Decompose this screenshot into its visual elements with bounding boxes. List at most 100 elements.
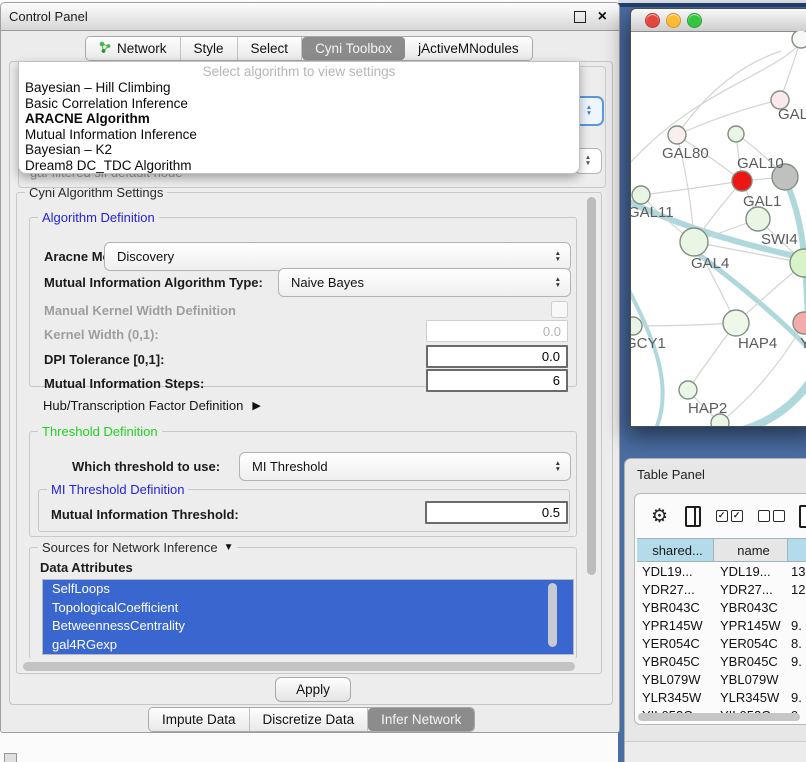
mini-panel-icon[interactable] [4, 753, 17, 762]
mode-tab-discretize-data[interactable]: Discretize Data [250, 708, 369, 731]
table-row[interactable]: YER054CYER054C8. [637, 634, 806, 652]
network-node[interactable] [680, 228, 708, 256]
network-tab-icon [99, 41, 112, 57]
algorithm-option[interactable]: Bayesian – K2 [19, 142, 579, 158]
checked-box-icon: ✓ [716, 510, 728, 522]
column-header[interactable]: shared... [637, 539, 714, 561]
close-traffic-icon[interactable] [645, 13, 660, 28]
algorithm-dropdown-list[interactable]: Select algorithm to view settings Bayesi… [18, 61, 580, 174]
algorithm-option[interactable]: Bayesian – Hill Climbing [19, 80, 579, 96]
table-row[interactable]: YPR145WYPR145W9. [637, 616, 806, 634]
network-node[interactable] [723, 310, 749, 336]
tab-network[interactable]: Network [86, 37, 181, 60]
settings-vscrollbar[interactable] [587, 197, 596, 575]
algorithm-option[interactable]: Basic Correlation Inference [19, 96, 579, 112]
network-window-titlebar [631, 9, 806, 32]
network-node[interactable] [668, 126, 686, 144]
attribute-item[interactable]: TopologicalCoefficient [43, 599, 573, 618]
manual-kernel-checkbox[interactable] [551, 301, 568, 318]
float-icon[interactable] [574, 11, 586, 23]
table-row[interactable]: YBR045CYBR045C9. [637, 652, 806, 670]
table-cell: YPR145W [637, 616, 714, 634]
network-node[interactable] [728, 126, 744, 142]
network-node[interactable] [631, 317, 642, 335]
sources-title-row[interactable]: Sources for Network Inference ▼ [38, 540, 237, 555]
hub-definition-expander[interactable]: Hub/Transcription Factor Definition ▶ [43, 398, 261, 413]
threshold-definition-group: Threshold Definition Which threshold to … [29, 431, 577, 537]
desktop-dark-line [618, 3, 806, 7]
table-cell: YBL079W [637, 670, 714, 688]
table-panel-title: Table Panel [637, 467, 705, 482]
algorithm-option[interactable]: Mutual Information Inference [19, 127, 579, 143]
attribute-item[interactable]: gal4RGexp [43, 636, 573, 655]
table-row[interactable]: YBL079WYBL079W [637, 670, 806, 688]
zoom-traffic-icon[interactable] [687, 13, 702, 28]
column-header[interactable]: A [788, 539, 806, 561]
table-hscrollbar[interactable] [638, 713, 800, 721]
network-node[interactable] [793, 312, 806, 334]
attribute-item[interactable]: BetweennessCentrality [43, 617, 573, 636]
tab-cyni-toolbox[interactable]: Cyni Toolbox [302, 37, 405, 60]
table-cell: YBL079W [714, 670, 788, 688]
column-header[interactable]: name [714, 539, 788, 561]
dpi-tolerance-label: DPI Tolerance [0,1]: [44, 352, 164, 367]
apply-button[interactable]: Apply [275, 677, 351, 702]
mi-threshold-field[interactable] [425, 501, 568, 524]
mi-type-combo[interactable]: Naive Bayes ▲▼ [278, 268, 571, 297]
mode-tab-label: Impute Data [162, 712, 236, 727]
table-cell: YBR045C [637, 652, 714, 670]
tab-style[interactable]: Style [181, 37, 238, 60]
table-row[interactable]: YDL19...YDL19...13 [637, 562, 806, 580]
settings-hscrollbar[interactable] [23, 662, 575, 671]
algorithm-option[interactable]: ARACNE Algorithm [19, 111, 579, 127]
expanded-arrow-icon: ▼ [224, 542, 234, 553]
which-threshold-combo[interactable]: MI Threshold ▲▼ [239, 452, 571, 481]
table-row[interactable]: YLR345WYLR345W9. [637, 688, 806, 706]
select-all-checks-icon[interactable]: ✓ ✓ [716, 510, 743, 522]
network-node[interactable] [732, 171, 752, 191]
network-node-label: GCY1 [631, 335, 666, 352]
stepper-icon: ▲▼ [555, 251, 561, 262]
mode-tab-impute-data[interactable]: Impute Data [149, 708, 250, 731]
network-node[interactable] [746, 207, 770, 231]
group-title: MI Threshold Definition [47, 482, 188, 497]
tab-label: Select [251, 41, 289, 56]
table-cell: YBR043C [714, 598, 788, 616]
group-title: Algorithm Definition [38, 210, 159, 225]
mi-type-label: Mutual Information Algorithm Type: [44, 275, 263, 290]
kernel-width-field[interactable] [426, 320, 568, 342]
network-node[interactable] [632, 186, 650, 204]
node-table: shared...nameA YDL19...YDL19...13YDR27..… [637, 538, 806, 724]
gear-icon[interactable]: ⚙ [651, 505, 668, 528]
column-layout-icon[interactable] [685, 506, 701, 527]
new-document-icon[interactable] [799, 505, 806, 528]
tab-select[interactable]: Select [238, 37, 303, 60]
sources-title: Sources for Network Inference [42, 540, 218, 555]
table-row[interactable]: YDR27...YDR27...12 [637, 580, 806, 598]
table-cell: YER054C [714, 634, 788, 652]
tab-jactivemnodules[interactable]: jActiveMNodules [405, 37, 532, 60]
cyni-toolbox-panel: ▲▼ ▲▼ gal-filtered sif default node Sele… [9, 61, 613, 705]
data-attributes-list[interactable]: SelfLoopsTopologicalCoefficientBetweenne… [42, 579, 574, 655]
tab-label: Network [117, 41, 167, 56]
deselect-all-checks-icon[interactable] [758, 510, 785, 522]
table-cell: YLR345W [637, 688, 714, 706]
mi-steps-field[interactable] [426, 369, 568, 392]
attributes-vscrollbar[interactable] [548, 583, 557, 647]
network-node[interactable] [792, 31, 806, 48]
network-node[interactable] [679, 381, 697, 399]
table-panel-body: ⚙ ✓ ✓ shared...nameA YDL19...YDL19...13Y… [634, 493, 806, 725]
algorithm-option[interactable]: Dream8 DC_TDC Algorithm [19, 158, 579, 174]
table-row[interactable]: YBR043CYBR043C [637, 598, 806, 616]
network-canvas[interactable]: GALGAL80GAL10GAL11GAL1SWI4GAL4GCY1HAP4YH… [631, 31, 806, 427]
dpi-tolerance-field[interactable] [426, 345, 568, 368]
network-node-label: GAL11 [631, 204, 674, 221]
table-cell: YBR045C [714, 652, 788, 670]
mode-tab-infer-network[interactable]: Infer Network [368, 708, 474, 731]
attribute-item[interactable]: SelfLoops [43, 580, 573, 599]
checked-box-icon: ✓ [731, 510, 743, 522]
close-icon[interactable]: × [598, 12, 607, 22]
minimize-traffic-icon[interactable] [666, 13, 681, 28]
aracne-mode-combo[interactable]: Discovery ▲▼ [104, 242, 571, 271]
network-node-label: SWI4 [761, 231, 798, 248]
